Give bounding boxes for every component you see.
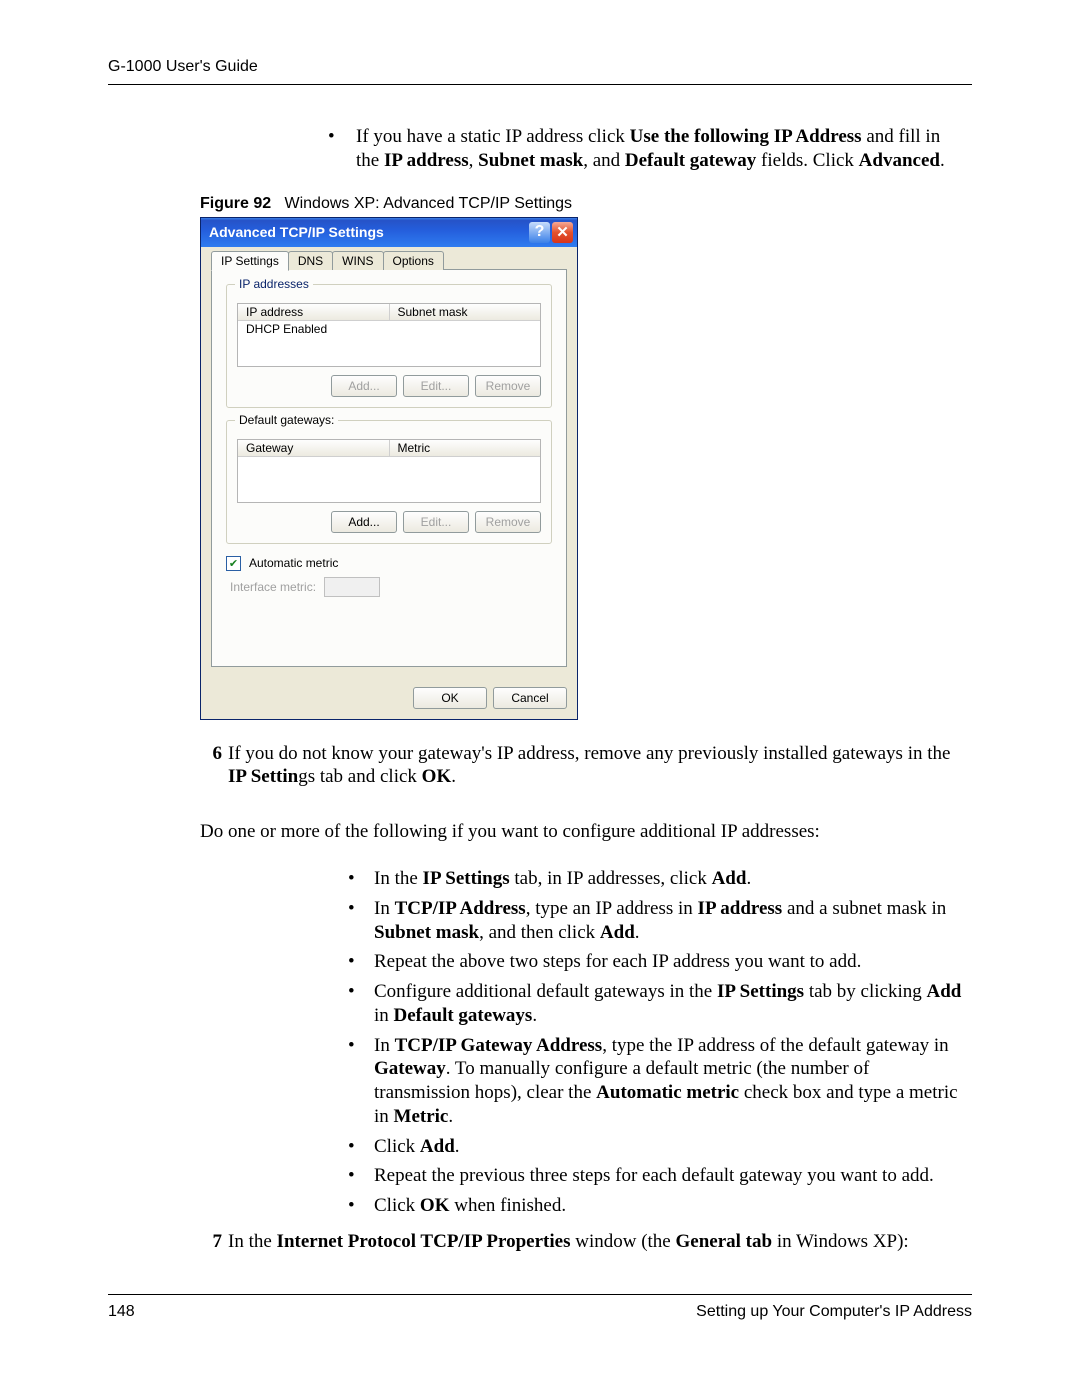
- ip-remove-button[interactable]: Remove: [475, 375, 541, 397]
- tab-strip: IP Settings DNS WINS Options: [211, 251, 567, 270]
- help-icon[interactable]: ?: [529, 222, 550, 243]
- list-item: • In the IP Settings tab, in IP addresse…: [348, 867, 962, 891]
- list-row-dhcp[interactable]: DHCP Enabled: [238, 321, 540, 337]
- list-item: • Repeat the above two steps for each IP…: [348, 950, 962, 974]
- list-item: • Repeat the previous three steps for ea…: [348, 1164, 962, 1188]
- gateway-list[interactable]: Gateway Metric: [237, 439, 541, 503]
- automatic-metric-label: Automatic metric: [249, 556, 338, 570]
- sub-bullet-list: • In the IP Settings tab, in IP addresse…: [348, 867, 962, 1218]
- col-gateway: Gateway: [238, 440, 390, 456]
- footer-section: Setting up Your Computer's IP Address: [696, 1303, 972, 1321]
- close-icon[interactable]: ✕: [552, 222, 573, 243]
- figure-caption: Figure 92 Windows XP: Advanced TCP/IP Se…: [200, 195, 972, 213]
- tab-options[interactable]: Options: [383, 251, 444, 270]
- ip-add-button[interactable]: Add...: [331, 375, 397, 397]
- group-ip-addresses: IP addresses IP address Subnet mask DHCP…: [226, 284, 552, 408]
- list-item: • Click OK when finished.: [348, 1194, 962, 1218]
- step-7: 7 In the Internet Protocol TCP/IP Proper…: [200, 1230, 962, 1254]
- step-6: 6 If you do not know your gateway's IP a…: [200, 742, 962, 790]
- col-subnet-mask: Subnet mask: [390, 304, 541, 320]
- tab-dns[interactable]: DNS: [288, 251, 333, 270]
- page-header: G-1000 User's Guide: [108, 58, 972, 85]
- dialog-titlebar[interactable]: Advanced TCP/IP Settings ? ✕: [201, 218, 577, 247]
- intro-bullet: • If you have a static IP address click …: [328, 125, 962, 173]
- interface-metric-input: [324, 577, 380, 597]
- list-item: • Click Add.: [348, 1135, 962, 1159]
- group-default-gateways: Default gateways: Gateway Metric Add... …: [226, 420, 552, 544]
- automatic-metric-checkbox[interactable]: ✔: [226, 556, 241, 571]
- advanced-tcpip-dialog: Advanced TCP/IP Settings ? ✕ IP Settings…: [200, 217, 578, 720]
- col-metric: Metric: [390, 440, 541, 456]
- group-gw-legend: Default gateways:: [235, 413, 338, 427]
- list-item: • In TCP/IP Address, type an IP address …: [348, 897, 962, 945]
- tab-panel-ip-settings: IP addresses IP address Subnet mask DHCP…: [211, 269, 567, 667]
- gw-remove-button[interactable]: Remove: [475, 511, 541, 533]
- cancel-button[interactable]: Cancel: [493, 687, 567, 709]
- page-number: 148: [108, 1303, 135, 1321]
- list-item: • Configure additional default gateways …: [348, 980, 962, 1028]
- list-item: • In TCP/IP Gateway Address, type the IP…: [348, 1034, 962, 1129]
- ip-address-list[interactable]: IP address Subnet mask DHCP Enabled: [237, 303, 541, 367]
- tab-ip-settings[interactable]: IP Settings: [211, 251, 289, 271]
- ip-edit-button[interactable]: Edit...: [403, 375, 469, 397]
- tab-wins[interactable]: WINS: [332, 251, 383, 270]
- ok-button[interactable]: OK: [413, 687, 487, 709]
- gw-edit-button[interactable]: Edit...: [403, 511, 469, 533]
- group-ip-legend: IP addresses: [235, 277, 313, 291]
- gw-add-button[interactable]: Add...: [331, 511, 397, 533]
- interface-metric-label: Interface metric:: [230, 580, 316, 594]
- configure-para: Do one or more of the following if you w…: [200, 821, 962, 843]
- page-footer: 148 Setting up Your Computer's IP Addres…: [108, 1294, 972, 1321]
- col-ip-address: IP address: [238, 304, 390, 320]
- dialog-title: Advanced TCP/IP Settings: [209, 224, 384, 240]
